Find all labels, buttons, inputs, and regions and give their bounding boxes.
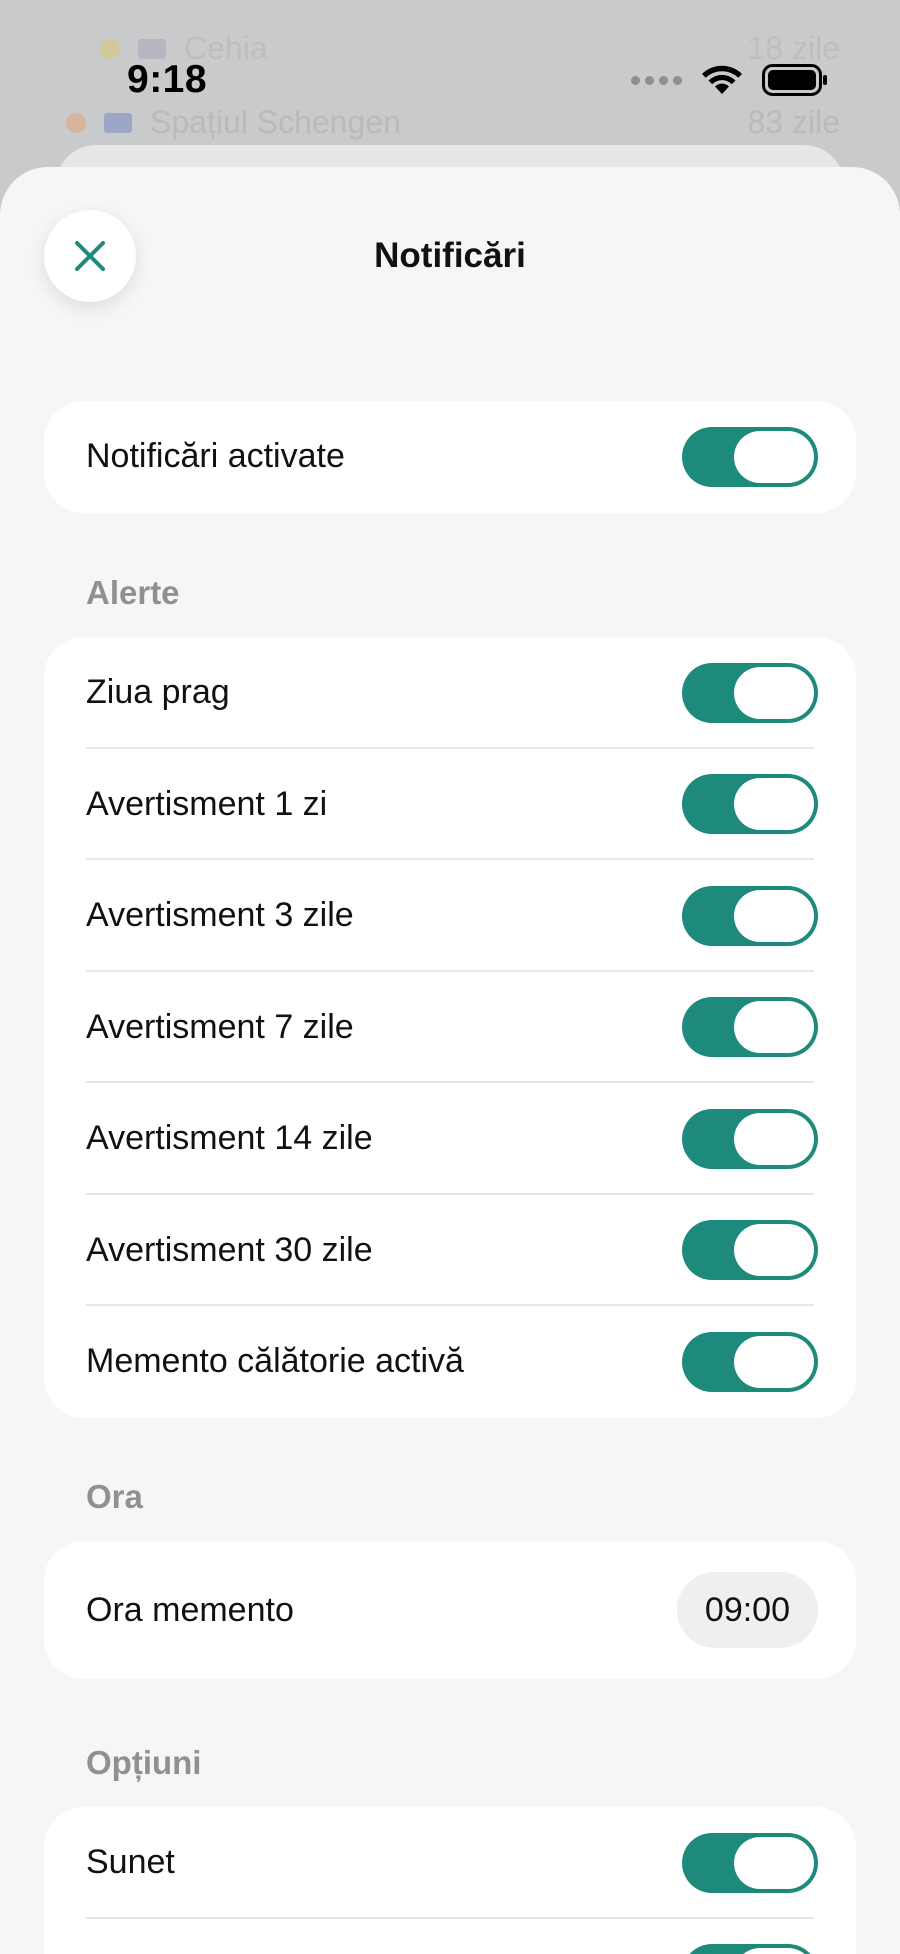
battery-icon [762, 64, 827, 96]
section-label-time: Ora [86, 1478, 143, 1515]
alert-toggle-switch[interactable] [682, 662, 818, 723]
status-time: 9:18 [127, 58, 208, 101]
alert-row-active-trip-reminder[interactable]: Memento călătorie activă [44, 1306, 856, 1418]
status-icons [631, 64, 828, 96]
alert-row-1-day[interactable]: Avertisment 1 zi [44, 749, 856, 861]
alert-toggle-switch[interactable] [682, 885, 818, 946]
status-bar: 9:18 [0, 0, 900, 120]
alert-toggle-switch[interactable] [682, 997, 818, 1058]
screen: Cehia 18 zile Spațiul Schengen 83 zile 9… [0, 0, 900, 1954]
alert-row-3-days[interactable]: Avertisment 3 zile [44, 860, 856, 972]
alert-toggle-switch[interactable] [682, 774, 818, 835]
options-card: Sunet [44, 1807, 856, 1954]
alert-row-7-days[interactable]: Avertisment 7 zile [44, 972, 856, 1084]
alert-row-threshold-day[interactable]: Ziua prag [44, 637, 856, 749]
section-label-alerts: Alerte [86, 574, 180, 611]
wifi-icon [702, 65, 742, 94]
master-toggle-switch[interactable] [682, 426, 818, 487]
alert-toggle-switch[interactable] [682, 1331, 818, 1392]
page-title: Notificări [374, 236, 526, 275]
alert-row-30-days[interactable]: Avertisment 30 zile [44, 1195, 856, 1307]
time-card: Ora memento 09:00 [44, 1541, 856, 1679]
reminder-time-label: Ora memento [86, 1590, 294, 1629]
signal-icon [631, 75, 682, 85]
alert-row-label: Avertisment 30 zile [86, 1230, 373, 1269]
option-row-label: Sunet [86, 1843, 175, 1882]
alerts-card: Ziua prag Avertisment 1 zi Avertisment 3… [44, 637, 856, 1418]
master-toggle-card: Notificări activate [44, 401, 856, 513]
master-toggle-row[interactable]: Notificări activate [44, 401, 856, 513]
option-toggle-switch[interactable] [682, 1944, 818, 1954]
alert-row-label: Ziua prag [86, 673, 230, 712]
option-row-sound[interactable]: Sunet [44, 1807, 856, 1919]
master-toggle-label: Notificări activate [86, 437, 345, 476]
alert-toggle-switch[interactable] [682, 1220, 818, 1281]
reminder-time-picker[interactable]: 09:00 [676, 1572, 818, 1648]
alert-row-label: Memento călătorie activă [86, 1342, 464, 1381]
option-toggle-switch[interactable] [682, 1832, 818, 1893]
alert-row-label: Avertisment 7 zile [86, 1007, 354, 1046]
alert-row-label: Avertisment 1 zi [86, 784, 328, 823]
alert-row-label: Avertisment 14 zile [86, 1119, 373, 1158]
alert-toggle-switch[interactable] [682, 1108, 818, 1169]
option-row-next[interactable] [44, 1919, 856, 1954]
section-label-options: Opțiuni [86, 1744, 202, 1781]
reminder-time-row[interactable]: Ora memento 09:00 [44, 1541, 856, 1679]
alert-row-label: Avertisment 3 zile [86, 896, 354, 935]
alert-row-14-days[interactable]: Avertisment 14 zile [44, 1083, 856, 1195]
